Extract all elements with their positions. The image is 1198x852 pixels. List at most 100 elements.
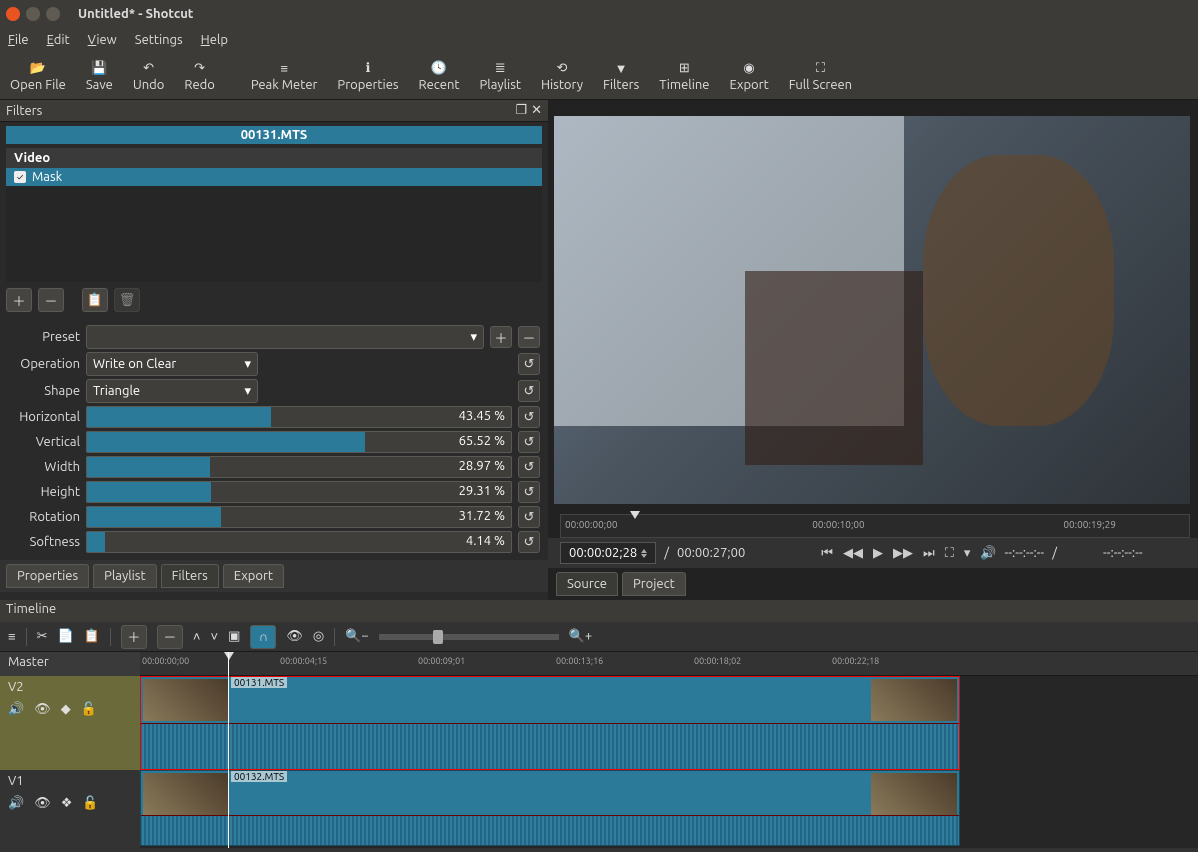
param-slider-height[interactable]: 29.31 % bbox=[86, 481, 512, 503]
tab-project[interactable]: Project bbox=[622, 572, 686, 596]
properties-button[interactable]: ℹProperties bbox=[327, 58, 408, 94]
skip-start-icon[interactable]: ⏮ bbox=[821, 546, 833, 561]
shape-select[interactable]: Triangle▾ bbox=[86, 379, 258, 403]
filters-button[interactable]: ▼Filters bbox=[593, 58, 649, 94]
tab-playlist[interactable]: Playlist bbox=[93, 564, 156, 588]
open-file-button[interactable]: 📂Open File bbox=[0, 58, 76, 94]
param-slider-vertical[interactable]: 65.52 % bbox=[86, 431, 512, 453]
reset-shape-button[interactable]: ↺ bbox=[518, 380, 540, 402]
mute-icon[interactable]: 🔊 bbox=[8, 796, 24, 811]
timeline-playhead-handle[interactable] bbox=[224, 652, 234, 660]
clip-v1[interactable]: 00132.MTS bbox=[140, 770, 960, 846]
video-preview[interactable] bbox=[554, 116, 1190, 504]
skip-end-icon[interactable]: ⏭ bbox=[923, 546, 935, 561]
master-track-header[interactable]: Master bbox=[0, 652, 140, 676]
copy-icon[interactable]: 📄 bbox=[58, 629, 74, 644]
menu-view[interactable]: View bbox=[88, 33, 117, 47]
tab-filters[interactable]: Filters bbox=[161, 564, 219, 588]
menu-file[interactable]: File bbox=[8, 33, 29, 47]
track-header-v2[interactable]: V2 🔊 👁 ◆ 🔓 bbox=[0, 676, 140, 770]
export-button[interactable]: ◉Export bbox=[719, 58, 778, 94]
peak-meter-button[interactable]: ≡Peak Meter bbox=[241, 58, 328, 94]
reset-param-button[interactable]: ↺ bbox=[518, 506, 540, 528]
composite-icon[interactable]: ◆ bbox=[61, 702, 71, 717]
split-icon[interactable]: ▣ bbox=[228, 629, 240, 644]
tab-source[interactable]: Source bbox=[556, 572, 618, 596]
undo-button[interactable]: ↶Undo bbox=[123, 58, 175, 94]
window-maximize-button[interactable] bbox=[46, 7, 60, 21]
undock-icon[interactable]: ❐ bbox=[515, 103, 527, 118]
play-icon[interactable]: ▶ bbox=[873, 546, 883, 561]
filter-checkbox[interactable]: ✓ bbox=[14, 171, 26, 183]
timeline-ruler[interactable]: 00:00:00;00 00:00:04;15 00:00:09;01 00:0… bbox=[140, 652, 1198, 676]
timeline-menu-icon[interactable]: ≡ bbox=[8, 629, 16, 644]
chevron-down-icon[interactable]: ▾ bbox=[964, 546, 971, 561]
hide-icon[interactable]: 👁 bbox=[34, 796, 51, 811]
paste-icon[interactable]: 📋 bbox=[84, 629, 100, 644]
timeline-playhead[interactable] bbox=[228, 652, 229, 848]
filter-item-mask[interactable]: ✓ Mask bbox=[6, 168, 542, 186]
history-button[interactable]: ⟲History bbox=[531, 58, 593, 94]
hide-icon[interactable]: 👁 bbox=[34, 702, 51, 717]
operation-select[interactable]: Write on Clear▾ bbox=[86, 352, 258, 376]
remove-icon[interactable]: － bbox=[157, 625, 183, 649]
reset-param-button[interactable]: ↺ bbox=[518, 406, 540, 428]
reset-param-button[interactable]: ↺ bbox=[518, 531, 540, 553]
redo-button[interactable]: ↷Redo bbox=[174, 58, 224, 94]
delete-preset-button[interactable]: － bbox=[518, 326, 540, 348]
frame-back-icon[interactable]: ◀◀ bbox=[843, 546, 863, 561]
param-slider-width[interactable]: 28.97 % bbox=[86, 456, 512, 478]
param-slider-rotation[interactable]: 31.72 % bbox=[86, 506, 512, 528]
menu-edit[interactable]: Edit bbox=[47, 33, 70, 47]
full-screen-button[interactable]: ⛶Full Screen bbox=[779, 58, 862, 94]
window-close-button[interactable] bbox=[6, 7, 20, 21]
param-slider-softness[interactable]: 4.14 % bbox=[86, 531, 512, 553]
tab-export[interactable]: Export bbox=[223, 564, 284, 588]
close-panel-icon[interactable]: ✕ bbox=[531, 103, 542, 118]
copy-filter-button[interactable]: 📋 bbox=[82, 288, 108, 312]
param-slider-horizontal[interactable]: 43.45 % bbox=[86, 406, 512, 428]
paste-filter-button[interactable]: 🗑 bbox=[114, 288, 140, 312]
snap-icon[interactable]: ∩ bbox=[250, 625, 276, 649]
recent-button[interactable]: 🕓Recent bbox=[409, 58, 470, 94]
frame-forward-icon[interactable]: ▶▶ bbox=[893, 546, 913, 561]
timeline-button[interactable]: ⊞Timeline bbox=[649, 58, 719, 94]
mute-icon[interactable]: 🔊 bbox=[8, 702, 24, 717]
preset-select[interactable]: ▾ bbox=[86, 325, 484, 349]
current-timecode[interactable]: 00:00:02;28 bbox=[560, 542, 656, 564]
player-scrub-bar[interactable]: 00:00:00;00 00:00:10;00 00:00:19;29 bbox=[560, 514, 1190, 538]
ripple-icon[interactable]: ◎ bbox=[313, 629, 324, 644]
window-minimize-button[interactable] bbox=[26, 7, 40, 21]
reset-param-button[interactable]: ↺ bbox=[518, 481, 540, 503]
lift-icon[interactable]: ˄ bbox=[193, 629, 201, 644]
reset-operation-button[interactable]: ↺ bbox=[518, 353, 540, 375]
menu-help[interactable]: Help bbox=[201, 33, 228, 47]
menu-settings[interactable]: Settings bbox=[135, 33, 183, 47]
param-value: 28.97 % bbox=[459, 459, 505, 473]
reset-param-button[interactable]: ↺ bbox=[518, 456, 540, 478]
zoom-slider[interactable] bbox=[379, 634, 559, 640]
playlist-button[interactable]: ≣Playlist bbox=[469, 58, 530, 94]
lock-icon[interactable]: 🔓 bbox=[82, 796, 98, 811]
lock-icon[interactable]: 🔓 bbox=[81, 702, 97, 717]
reset-param-button[interactable]: ↺ bbox=[518, 431, 540, 453]
cut-icon[interactable]: ✂ bbox=[37, 629, 48, 644]
save-preset-button[interactable]: ＋ bbox=[490, 326, 512, 348]
zoom-in-icon[interactable]: 🔍+ bbox=[569, 629, 593, 644]
scrub-audio-icon[interactable]: 👁 bbox=[286, 629, 303, 644]
clock-icon: 🕓 bbox=[431, 60, 447, 78]
composite-icon[interactable]: ❖ bbox=[61, 796, 73, 811]
overwrite-icon[interactable]: ˅ bbox=[210, 629, 218, 644]
add-filter-button[interactable]: ＋ bbox=[6, 288, 32, 312]
save-button[interactable]: 💾Save bbox=[76, 58, 123, 94]
track-header-v1[interactable]: V1 🔊 👁 ❖ 🔓 bbox=[0, 770, 140, 848]
tab-properties[interactable]: Properties bbox=[6, 564, 89, 588]
append-icon[interactable]: ＋ bbox=[121, 625, 147, 649]
window-title: Untitled* - Shotcut bbox=[78, 7, 193, 21]
zoom-icon[interactable]: ⛶ bbox=[945, 546, 954, 561]
player-playhead[interactable] bbox=[630, 511, 640, 519]
zoom-out-icon[interactable]: 🔍− bbox=[345, 629, 369, 644]
clip-v2[interactable]: 00131.MTS bbox=[140, 676, 960, 770]
volume-icon[interactable]: 🔊 bbox=[980, 546, 996, 561]
remove-filter-button[interactable]: － bbox=[38, 288, 64, 312]
